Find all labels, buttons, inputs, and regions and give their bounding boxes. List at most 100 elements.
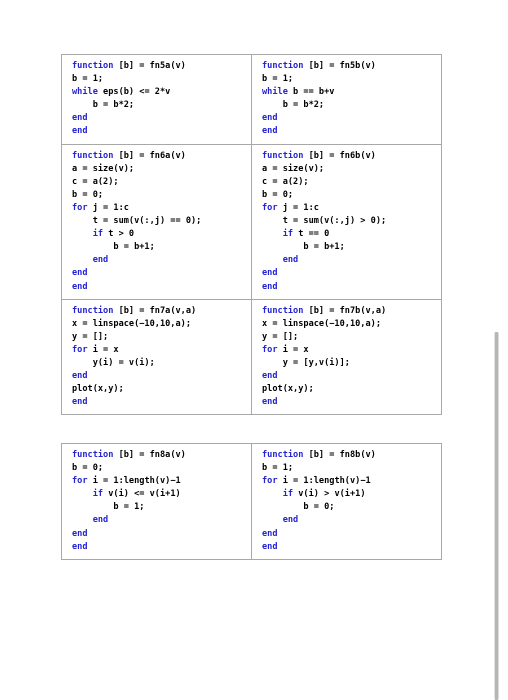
code-keyword: function xyxy=(72,150,114,161)
document-page: function [b] = fn5a(v) b = 1; while eps(… xyxy=(0,0,508,700)
code-keyword: end xyxy=(262,528,278,539)
code-text: y = []; xyxy=(262,331,299,342)
code-keyword: end xyxy=(282,515,299,526)
code-keyword: end xyxy=(72,371,88,382)
code-text: b == b+v xyxy=(287,87,335,98)
table-row: function [b] = fn7a(v,a) x = linspace(−1… xyxy=(61,298,442,416)
code-listing-fn7b: function [b] = fn7b(v,a) x = linspace(−1… xyxy=(262,305,441,410)
code-text: b = 0; xyxy=(262,502,335,513)
code-cell-fn6a: function [b] = fn6a(v) a = size(v); c = … xyxy=(61,143,252,300)
code-cell-fn7a: function [b] = fn7a(v,a) x = linspace(−1… xyxy=(61,298,252,416)
code-listing-fn5a: function [b] = fn5a(v) b = 1; while eps(… xyxy=(72,60,251,139)
code-text: b = 0; xyxy=(262,189,294,200)
code-keyword: function xyxy=(262,450,304,460)
code-text: [b] = fn7b(v,a) xyxy=(303,305,387,316)
code-listing-fn8a: function [b] = fn8a(v) b = 0; for i = 1:… xyxy=(72,449,251,554)
code-text: t = sum(v(:,j) == 0); xyxy=(72,216,202,227)
code-keyword: function xyxy=(72,61,114,71)
code-keyword: end xyxy=(262,541,278,552)
code-keyword: end xyxy=(262,268,278,279)
code-keyword: for xyxy=(262,344,278,355)
code-text: v(i) <= v(i+1) xyxy=(103,489,181,500)
code-text: eps(b) <= 2*v xyxy=(97,87,171,98)
vertical-scrollbar[interactable] xyxy=(494,332,499,700)
code-listing-fn6a: function [b] = fn6a(v) a = size(v); c = … xyxy=(72,150,251,294)
code-text: b = b+1; xyxy=(262,242,345,253)
code-keyword: end xyxy=(72,397,88,408)
code-text: j = 1:c xyxy=(87,202,129,213)
code-text: [b] = fn6b(v) xyxy=(303,150,376,161)
code-keyword: if xyxy=(282,229,294,240)
code-text: x = linspace(−10,10,a); xyxy=(72,318,191,329)
code-text: y = []; xyxy=(72,331,109,342)
code-text: i = x xyxy=(277,344,309,355)
code-keyword: end xyxy=(72,281,88,292)
code-text: t == 0 xyxy=(293,229,330,240)
table-row: function [b] = fn5a(v) b = 1; while eps(… xyxy=(61,54,442,145)
code-text: v(i) > v(i+1) xyxy=(293,489,366,500)
code-cell-fn6b: function [b] = fn6b(v) a = size(v); c = … xyxy=(251,143,442,300)
code-text: t = sum(v(:,j) > 0); xyxy=(262,216,387,227)
code-keyword: if xyxy=(92,229,104,240)
code-text: y(i) = v(i); xyxy=(72,357,155,368)
code-keyword: end xyxy=(92,255,109,266)
code-text: [b] = fn8b(v) xyxy=(303,450,376,460)
code-keyword: function xyxy=(262,61,304,71)
code-text: b = 1; xyxy=(262,74,294,85)
code-text: x = linspace(−10,10,a); xyxy=(262,318,381,329)
code-text: i = 1:length(v)−1 xyxy=(277,476,371,487)
code-text: i = x xyxy=(87,344,119,355)
table-row: function [b] = fn8a(v) b = 0; for i = 1:… xyxy=(61,443,442,560)
code-listing-fn5b: function [b] = fn5b(v) b = 1; while b ==… xyxy=(262,60,441,139)
code-keyword: end xyxy=(262,371,278,382)
code-cell-fn5a: function [b] = fn5a(v) b = 1; while eps(… xyxy=(61,54,252,145)
code-keyword: end xyxy=(72,268,88,279)
code-text: a = size(v); xyxy=(72,163,135,174)
code-text: b = 1; xyxy=(262,463,294,474)
code-text: plot(x,y); xyxy=(72,384,124,395)
code-keyword: end xyxy=(262,281,278,292)
code-text: b = b+1; xyxy=(72,242,155,253)
code-text: [b] = fn7a(v,a) xyxy=(113,305,197,316)
code-text: [b] = fn6a(v) xyxy=(113,150,186,161)
code-keyword: for xyxy=(262,202,278,213)
code-keyword: if xyxy=(282,489,294,500)
code-text: b = 1; xyxy=(72,502,145,513)
code-text: t > 0 xyxy=(103,229,135,240)
code-text: a = size(v); xyxy=(262,163,325,174)
code-cell-fn8a: function [b] = fn8a(v) b = 0; for i = 1:… xyxy=(61,443,252,560)
code-keyword: end xyxy=(72,126,88,137)
code-cell-fn5b: function [b] = fn5b(v) b = 1; while b ==… xyxy=(251,54,442,145)
code-cell-fn8b: function [b] = fn8b(v) b = 1; for i = 1:… xyxy=(251,443,442,560)
code-text: i = 1:length(v)−1 xyxy=(87,476,181,487)
code-keyword: while xyxy=(72,87,98,98)
code-text: y = [y,v(i)]; xyxy=(262,357,350,368)
code-text: b = 0; xyxy=(72,463,104,474)
code-keyword: if xyxy=(92,489,104,500)
code-text: c = a(2); xyxy=(262,176,309,187)
code-keyword: for xyxy=(262,476,278,487)
code-keyword: for xyxy=(72,476,88,487)
code-keyword: end xyxy=(282,255,299,266)
code-keyword: function xyxy=(72,450,114,460)
table-body-lower: function [b] = fn8a(v) b = 0; for i = 1:… xyxy=(61,443,442,560)
code-keyword: while xyxy=(262,87,288,98)
table-row: function [b] = fn6a(v) a = size(v); c = … xyxy=(61,143,442,300)
code-keyword: end xyxy=(72,541,88,552)
code-keyword: for xyxy=(72,344,88,355)
code-text: b = 0; xyxy=(72,189,104,200)
code-keyword: function xyxy=(262,305,304,316)
code-listing-fn8b: function [b] = fn8b(v) b = 1; for i = 1:… xyxy=(262,449,441,554)
table-body-upper: function [b] = fn5a(v) b = 1; while eps(… xyxy=(61,54,442,416)
code-keyword: function xyxy=(262,150,304,161)
code-text: b = b*2; xyxy=(72,100,135,111)
code-cell-fn7b: function [b] = fn7b(v,a) x = linspace(−1… xyxy=(251,298,442,416)
